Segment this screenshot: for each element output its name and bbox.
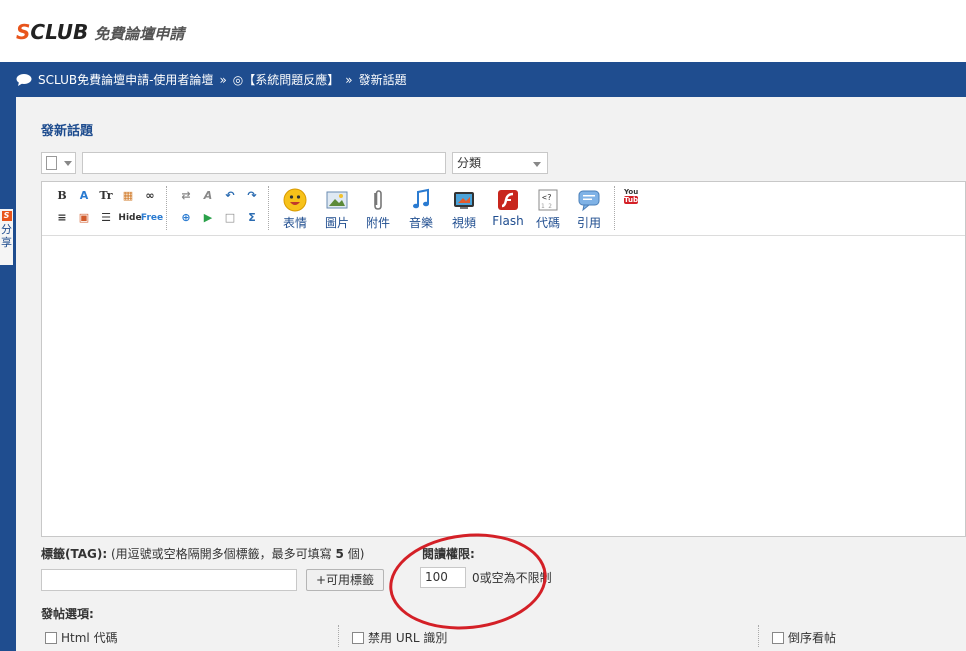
image-label: 圖片 xyxy=(324,216,349,230)
youtube-icon-top: You xyxy=(624,188,639,196)
option-label: 倒序看帖 xyxy=(788,631,837,645)
document-icon xyxy=(46,156,57,170)
option-reverse-order[interactable]: 倒序看帖 xyxy=(772,629,836,646)
svg-text:1 2: 1 2 xyxy=(541,203,552,210)
remove-format-button[interactable]: A xyxy=(200,188,216,204)
editor-toolbar: B A Tr ▦ ∞ ⇄ A ↶ ↷ ≡ ▣ ☰ Hide Free ⊕ ▶ □… xyxy=(42,182,965,236)
category-selected: 分類 xyxy=(457,156,482,170)
code-button[interactable]: <? 1 2 代碼 xyxy=(530,188,566,231)
formula-button[interactable]: Σ xyxy=(244,210,260,226)
logo-tagline: 免費論壇申請 xyxy=(94,25,185,43)
flash-button[interactable]: Flash xyxy=(488,188,528,228)
music-button[interactable]: 音樂 xyxy=(403,188,439,231)
checkbox[interactable] xyxy=(352,631,364,644)
share-tab[interactable]: S 分 享 xyxy=(0,208,14,266)
sclub-badge-icon: S xyxy=(1,211,12,221)
breadcrumb-board-link[interactable]: ◎【系統問題反應】 xyxy=(233,71,339,88)
undo-button[interactable]: ↶ xyxy=(222,188,238,204)
media-button[interactable]: ▶ xyxy=(200,210,216,226)
music-label: 音樂 xyxy=(408,216,433,230)
tag-label-end: 個) xyxy=(347,547,365,561)
video-label: 視頻 xyxy=(451,216,476,230)
video-icon xyxy=(452,188,476,212)
image-icon xyxy=(325,188,349,212)
image-button[interactable]: 圖片 xyxy=(319,188,355,231)
tag-label: 標籤(TAG): (用逗號或空格隔開多個標籤，最多可填寫 5 個) xyxy=(41,545,364,562)
option-label: Html 代碼 xyxy=(61,631,118,645)
share-label-2: 享 xyxy=(1,236,12,249)
flash-label: Flash xyxy=(492,214,524,228)
youtube-icon-bottom: Tube xyxy=(624,196,643,204)
list-button[interactable]: ☰ xyxy=(98,210,114,226)
options-separator xyxy=(338,625,339,647)
code-label: 代碼 xyxy=(535,216,560,230)
music-icon xyxy=(409,188,433,212)
hide-button[interactable]: Hide xyxy=(118,210,142,226)
rich-text-editor: B A Tr ▦ ∞ ⇄ A ↶ ↷ ≡ ▣ ☰ Hide Free ⊕ ▶ □… xyxy=(41,181,966,537)
font-size-button[interactable]: Tr xyxy=(98,188,114,204)
page-title: 發新話題 xyxy=(41,124,94,139)
quote-label: 引用 xyxy=(576,216,601,230)
chevron-down-icon xyxy=(64,161,72,166)
options-separator xyxy=(758,625,759,647)
option-label: 禁用 URL 識別 xyxy=(368,631,448,645)
post-icon-select[interactable] xyxy=(41,152,76,174)
available-tags-button[interactable]: +可用標籤 xyxy=(306,569,384,591)
insert-link-button[interactable]: ⊕ xyxy=(178,210,194,226)
paperclip-icon xyxy=(366,188,390,212)
logo-brand: SCLUB xyxy=(16,20,89,44)
breadcrumb-forum-link[interactable]: SCLUB免費論壇申請-使用者論壇 xyxy=(38,71,213,88)
speech-bubble-icon xyxy=(16,73,32,86)
tag-label-hint: (用逗號或空格隔開多個標籤，最多可填寫 xyxy=(111,547,332,561)
unlink-button[interactable]: ⇄ xyxy=(178,188,194,204)
color-grid-button[interactable]: ▦ xyxy=(120,188,136,204)
breadcrumb: SCLUB免費論壇申請-使用者論壇 » ◎【系統問題反應】 » 發新話題 xyxy=(0,62,966,97)
editor-content-area[interactable] xyxy=(42,237,965,536)
svg-text:<?: <? xyxy=(542,193,552,202)
emoticon-button[interactable]: 表情 xyxy=(277,188,313,231)
share-label-1: 分 xyxy=(1,223,12,236)
bold-button[interactable]: B xyxy=(54,188,70,204)
tag-label-max: 5 xyxy=(335,547,344,561)
site-header: SCLUB 免費論壇申請 xyxy=(0,0,966,62)
chevron-down-icon xyxy=(533,162,541,167)
checkbox[interactable] xyxy=(45,631,57,644)
toolbar-separator xyxy=(614,186,615,230)
link-button[interactable]: ∞ xyxy=(142,188,158,204)
subject-input[interactable] xyxy=(82,152,446,174)
redo-button[interactable]: ↷ xyxy=(244,188,260,204)
quote-icon xyxy=(577,188,601,212)
table-button[interactable]: ▣ xyxy=(76,210,92,226)
highlight-circle xyxy=(384,526,552,637)
category-select[interactable]: 分類 xyxy=(452,152,548,174)
option-disable-url[interactable]: 禁用 URL 識別 xyxy=(352,629,447,646)
tag-input[interactable] xyxy=(41,569,297,591)
post-form-panel: 發新話題 分類 B A Tr ▦ ∞ ⇄ A ↶ ↷ ≡ ▣ ☰ Hide Fr… xyxy=(16,97,966,651)
quote-button[interactable]: 引用 xyxy=(571,188,607,231)
site-logo[interactable]: SCLUB 免費論壇申請 xyxy=(16,20,184,44)
page-button[interactable]: □ xyxy=(222,210,238,226)
free-button[interactable]: Free xyxy=(140,210,164,226)
breadcrumb-current: 發新話題 xyxy=(358,73,407,87)
left-sidebar xyxy=(0,97,16,651)
breadcrumb-separator: » xyxy=(219,72,227,87)
align-button[interactable]: ≡ xyxy=(54,210,70,226)
checkbox[interactable] xyxy=(772,631,784,644)
attachment-button[interactable]: 附件 xyxy=(360,188,396,231)
video-button[interactable]: 視頻 xyxy=(446,188,482,231)
flash-icon xyxy=(496,188,520,212)
smiley-icon xyxy=(283,188,307,212)
code-icon: <? 1 2 xyxy=(536,188,560,212)
breadcrumb-separator: » xyxy=(345,72,353,87)
tag-label-title: 標籤(TAG): xyxy=(41,547,108,561)
option-html-code[interactable]: Html 代碼 xyxy=(45,629,118,646)
youtube-button[interactable]: You Tube xyxy=(624,188,643,204)
toolbar-separator xyxy=(268,186,269,230)
emoticon-label: 表情 xyxy=(282,216,307,230)
post-options-title: 發帖選項: xyxy=(41,607,94,621)
font-color-button[interactable]: A xyxy=(76,188,92,204)
toolbar-separator xyxy=(166,186,167,230)
attachment-label: 附件 xyxy=(365,216,390,230)
